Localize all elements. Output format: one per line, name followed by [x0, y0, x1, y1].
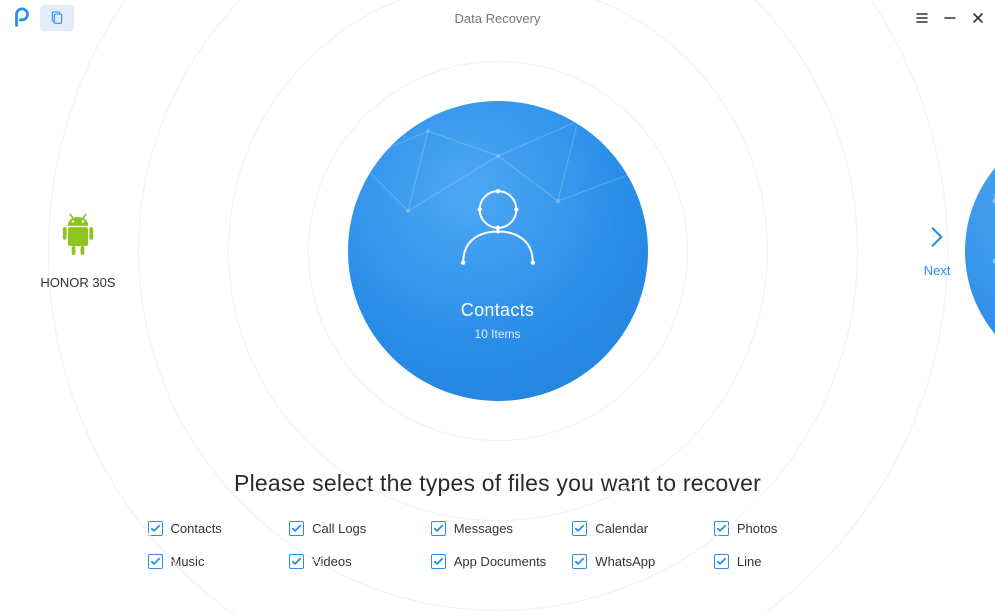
checkbox-icon: [148, 554, 163, 569]
mesh-decoration: [348, 101, 648, 401]
checkbox-icon: [148, 521, 163, 536]
file-type-label: Calendar: [595, 521, 648, 536]
checkbox-icon: [714, 521, 729, 536]
checkbox-icon: [714, 554, 729, 569]
checkbox-icon: [289, 554, 304, 569]
file-type-checkbox[interactable]: Videos: [289, 554, 423, 569]
checkbox-icon: [289, 521, 304, 536]
checkbox-icon: [572, 554, 587, 569]
file-type-checkbox[interactable]: Messages: [431, 521, 565, 536]
category-disc-contacts[interactable]: Contacts 10 Items: [348, 101, 648, 401]
file-type-checkbox[interactable]: Contacts: [148, 521, 282, 536]
file-type-checkbox[interactable]: Line: [714, 554, 848, 569]
checkbox-icon: [431, 521, 446, 536]
file-type-checkbox[interactable]: App Documents: [431, 554, 565, 569]
titlebar: Data Recovery: [0, 0, 995, 36]
window-title: Data Recovery: [0, 11, 995, 26]
checkbox-icon: [431, 554, 446, 569]
file-type-label: App Documents: [454, 554, 547, 569]
file-type-checkbox[interactable]: Photos: [714, 521, 848, 536]
menu-icon[interactable]: [915, 11, 929, 25]
checkbox-icon: [572, 521, 587, 536]
category-carousel: Contacts 10 Items: [0, 81, 995, 421]
file-type-label: Videos: [312, 554, 352, 569]
mode-button[interactable]: [40, 5, 74, 31]
minimize-icon[interactable]: [943, 11, 957, 25]
file-type-label: Music: [171, 554, 205, 569]
file-type-checkbox[interactable]: Music: [148, 554, 282, 569]
file-type-grid: Contacts Call Logs Messages Calendar Photos M…: [148, 521, 848, 569]
category-disc-peek[interactable]: [965, 121, 995, 381]
file-type-label: Line: [737, 554, 762, 569]
category-subtitle: 10 Items: [474, 327, 520, 341]
file-type-checkbox[interactable]: Calendar: [572, 521, 706, 536]
file-type-label: Photos: [737, 521, 777, 536]
stage: HONOR 30S Next: [0, 36, 995, 466]
file-type-label: Messages: [454, 521, 513, 536]
file-type-checkbox[interactable]: Call Logs: [289, 521, 423, 536]
file-type-label: Call Logs: [312, 521, 366, 536]
file-type-checkbox[interactable]: WhatsApp: [572, 554, 706, 569]
close-icon[interactable]: [971, 11, 985, 25]
app-logo-icon: [10, 6, 34, 30]
instruction-text: Please select the types of files you wan…: [0, 470, 995, 497]
file-type-label: WhatsApp: [595, 554, 655, 569]
file-type-label: Contacts: [171, 521, 222, 536]
